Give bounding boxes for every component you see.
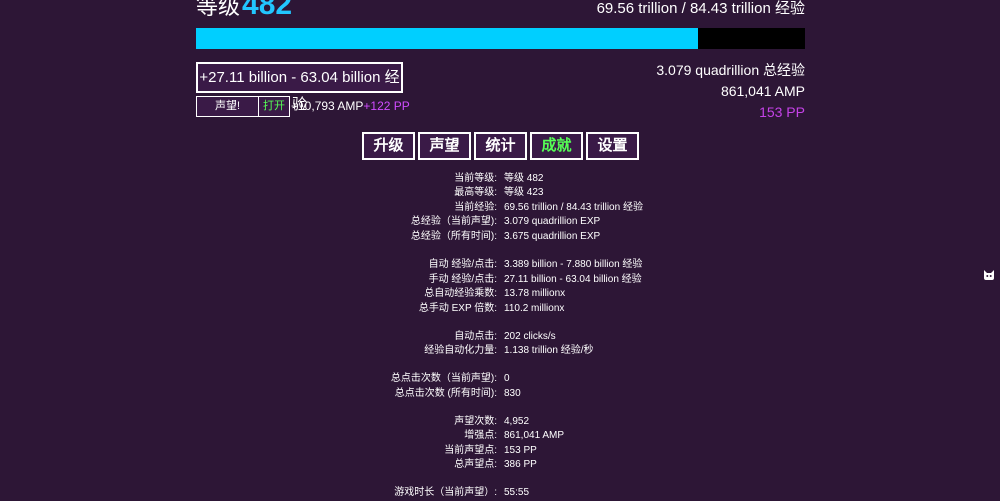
stat-row: 增强点: 861,041 AMP xyxy=(0,429,1000,443)
amp-gain: +10,793 AMP xyxy=(291,99,364,113)
exp-progress-fill xyxy=(196,28,698,49)
pp-total: 153 PP xyxy=(759,104,805,120)
stat-label: 经验自动化力量: xyxy=(424,345,497,356)
cat-icon[interactable] xyxy=(983,268,995,280)
stat-label: 总经验（所有时间): xyxy=(410,231,497,242)
stat-value: 3.389 billion - 7.880 billion 经验 xyxy=(504,259,643,270)
stat-value: 1.138 trillion 经验/秒 xyxy=(504,345,594,356)
stat-row: 经验自动化力量: 1.138 trillion 经验/秒 xyxy=(0,344,1000,358)
stat-label: 总点击次数（当前声望): xyxy=(390,373,497,384)
prestige-button[interactable]: 声望! xyxy=(196,96,259,117)
summary-stats: 3.079 quadrillion 总经验 861,041 AMP 153 PP xyxy=(656,60,805,123)
exp-display: 69.56 trillion / 84.43 trillion 经验 xyxy=(596,0,805,17)
stat-label: 游戏时长（当前声望）: xyxy=(394,487,497,498)
stat-row: 自动点击: 202 clicks/s xyxy=(0,330,1000,344)
stat-value: 55:55 xyxy=(504,487,530,498)
stat-label: 最高等级: xyxy=(454,187,497,198)
stat-value: 386 PP xyxy=(504,459,537,470)
stat-row: 总点击次数（当前声望): 0 xyxy=(0,372,1000,386)
stat-label: 自动 经验/点击: xyxy=(428,259,497,270)
stat-row: 声望次数: 4,952 xyxy=(0,415,1000,429)
stat-value: 153 PP xyxy=(504,445,537,456)
stat-label: 总手动 EXP 倍数: xyxy=(418,303,497,314)
open-prestige-button[interactable]: 打开 xyxy=(258,96,290,117)
level-number: 482 xyxy=(242,0,293,21)
stat-value: 3.675 quadrillion EXP xyxy=(504,231,601,242)
tab-achievements[interactable]: 成就 xyxy=(530,132,583,160)
stat-value: 4,952 xyxy=(504,416,530,427)
stat-label: 当前经验: xyxy=(454,202,497,213)
tab-prestige[interactable]: 声望 xyxy=(418,132,471,160)
level-title: 等级482 xyxy=(196,0,292,21)
stat-row: 总声望点: 386 PP xyxy=(0,458,1000,472)
stat-label: 总自动经验乘数: xyxy=(424,288,497,299)
stat-label: 当前声望点: xyxy=(444,445,497,456)
stat-value: 830 xyxy=(504,388,521,399)
stat-value: 0 xyxy=(504,373,510,384)
stat-value: 69.56 trillion / 84.43 trillion 经验 xyxy=(504,202,643,213)
tab-settings[interactable]: 设置 xyxy=(586,132,639,160)
prestige-gain: +10,793 AMP+122 PP xyxy=(291,97,410,115)
stat-value: 3.079 quadrillion EXP xyxy=(504,216,601,227)
stat-row: 总经验（所有时间): 3.675 quadrillion EXP xyxy=(0,230,1000,244)
stat-label: 当前等级: xyxy=(454,173,497,184)
stat-row: 总自动经验乘数: 13.78 millionx xyxy=(0,287,1000,301)
stat-row: 当前经验: 69.56 trillion / 84.43 trillion 经验 xyxy=(0,201,1000,215)
stat-label: 自动点击: xyxy=(454,331,497,342)
stat-value: 13.78 millionx xyxy=(504,288,566,299)
stat-row: 自动 经验/点击: 3.389 billion - 7.880 billion 经… xyxy=(0,258,1000,272)
stat-label: 总声望点: xyxy=(454,459,497,470)
stat-row: 手动 经验/点击: 27.11 billion - 63.04 billion 经… xyxy=(0,273,1000,287)
stat-value: 861,041 AMP xyxy=(504,430,565,441)
total-exp: 3.079 quadrillion 总经验 xyxy=(656,62,805,78)
stat-label: 手动 经验/点击: xyxy=(428,274,497,285)
click-exp-button[interactable]: +27.11 billion - 63.04 billion 经验 xyxy=(196,62,403,113)
stat-row: 总手动 EXP 倍数: 110.2 millionx xyxy=(0,302,1000,316)
stat-row: 总经验（当前声望): 3.079 quadrillion EXP xyxy=(0,215,1000,229)
stat-value: 等级 482 xyxy=(504,173,544,184)
amp-total: 861,041 AMP xyxy=(720,83,805,99)
level-prefix: 等级 xyxy=(196,0,241,19)
stat-label: 声望次数: xyxy=(454,416,497,427)
tab-statistics[interactable]: 统计 xyxy=(474,132,527,160)
pp-gain: +122 PP xyxy=(363,99,410,113)
stat-value: 202 clicks/s xyxy=(504,331,556,342)
stat-value: 110.2 millionx xyxy=(504,303,565,314)
stat-label: 总点击次数 (所有时间): xyxy=(394,388,497,399)
stat-row: 当前等级: 等级 482 xyxy=(0,172,1000,186)
stat-row: 最高等级: 等级 423 xyxy=(0,186,1000,200)
stat-row: 游戏时长（当前声望）: 55:55 xyxy=(0,486,1000,500)
stat-label: 增强点: xyxy=(464,430,497,441)
stat-row: 总点击次数 (所有时间): 830 xyxy=(0,387,1000,401)
stat-value: 等级 423 xyxy=(504,187,544,198)
stat-label: 总经验（当前声望): xyxy=(410,216,497,227)
stat-row: 当前声望点: 153 PP xyxy=(0,444,1000,458)
exp-progress-bar xyxy=(196,28,805,49)
stat-value: 27.11 billion - 63.04 billion 经验 xyxy=(504,274,642,285)
tab-upgrades[interactable]: 升级 xyxy=(362,132,415,160)
